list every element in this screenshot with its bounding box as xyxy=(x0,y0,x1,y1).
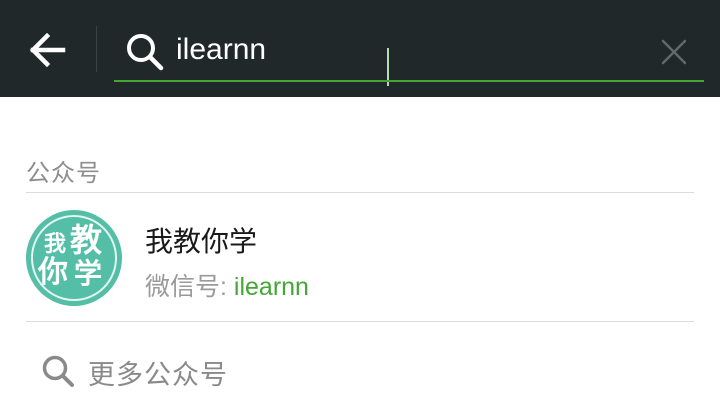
search-icon xyxy=(42,355,74,387)
result-divider xyxy=(26,321,694,322)
back-button[interactable] xyxy=(18,22,78,78)
more-accounts-label: 更多公众号 xyxy=(88,360,228,391)
search-input[interactable] xyxy=(176,28,646,72)
search-underline xyxy=(114,80,704,82)
avatar-char: 我 xyxy=(44,232,67,257)
avatar-char: 学 xyxy=(74,257,103,290)
top-bar xyxy=(0,0,720,97)
section-divider xyxy=(26,192,694,193)
avatar-char: 教 xyxy=(70,221,103,259)
arrow-left-icon xyxy=(29,33,66,67)
header-divider xyxy=(96,26,97,72)
avatar: 我 教 你 学 xyxy=(26,210,122,306)
search-icon xyxy=(127,34,164,71)
avatar-char: 你 xyxy=(38,255,68,290)
account-name: 我教你学 xyxy=(145,225,258,258)
section-title: 公众号 xyxy=(26,159,101,187)
search-bar[interactable] xyxy=(114,18,704,86)
more-accounts-button[interactable]: 更多公众号 xyxy=(0,326,720,415)
account-id-value: ilearnn xyxy=(233,273,309,301)
account-id: 微信号: ilearnn xyxy=(145,267,309,303)
clear-button[interactable] xyxy=(654,32,694,72)
close-icon xyxy=(661,39,687,65)
result-item[interactable]: 我 教 你 学 我教你学 微信号: ilearnn xyxy=(0,194,720,320)
account-id-label: 微信号: xyxy=(145,273,234,301)
